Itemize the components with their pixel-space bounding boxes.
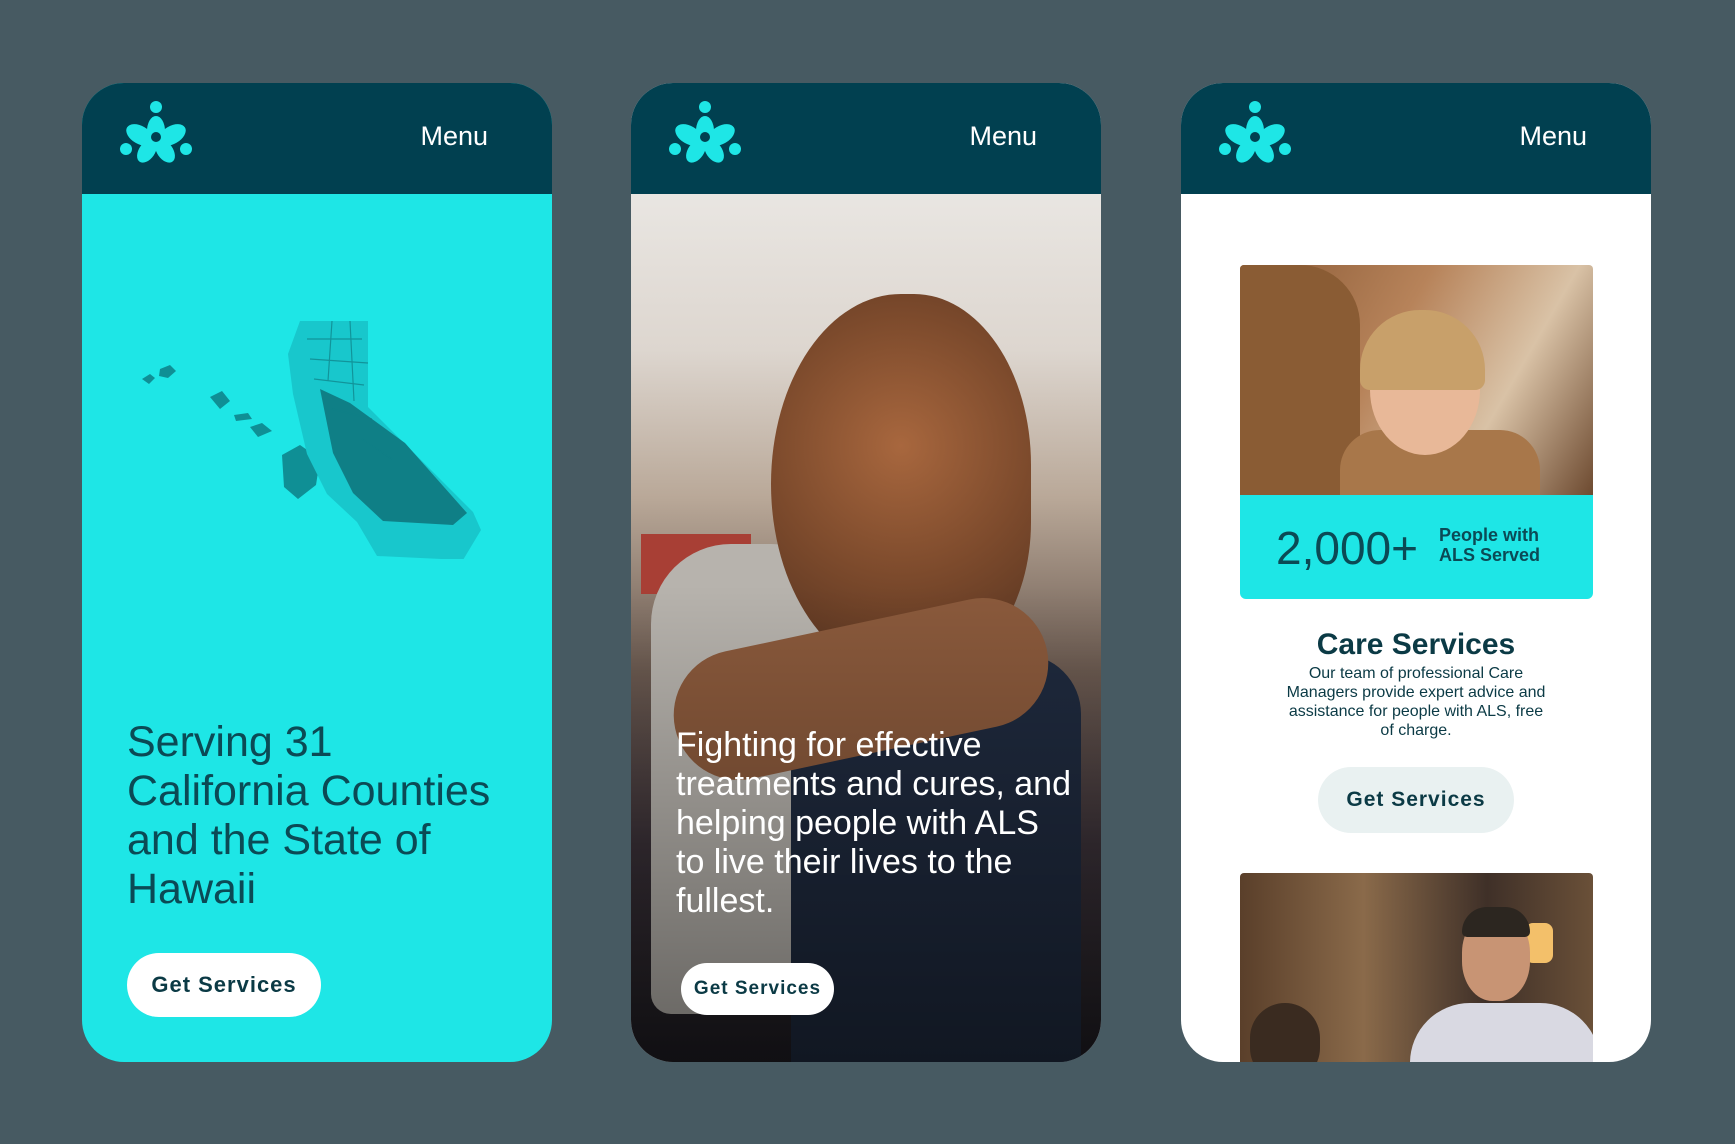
photo-speaker-hair bbox=[1462, 907, 1530, 937]
get-services-button[interactable]: Get Services bbox=[1318, 767, 1514, 833]
photo-shade bbox=[631, 194, 1101, 1062]
flower-logo-icon[interactable] bbox=[1217, 97, 1293, 173]
hero-headline: Serving 31 California Counties and the S… bbox=[127, 718, 491, 913]
hero-headline: Fighting for effective treatments and cu… bbox=[676, 726, 1072, 920]
flower-logo-icon[interactable] bbox=[118, 97, 194, 173]
photo-audience-member bbox=[1250, 1003, 1320, 1062]
header-bar: Menu bbox=[631, 83, 1101, 194]
care-services-description: Our team of professional Care Managers p… bbox=[1286, 665, 1546, 739]
california-hawaii-map bbox=[142, 320, 481, 559]
header-bar: Menu bbox=[1181, 83, 1651, 194]
photo-speaker-shirt bbox=[1410, 1003, 1593, 1062]
menu-link[interactable]: Menu bbox=[420, 121, 488, 152]
menu-link[interactable]: Menu bbox=[969, 121, 1037, 152]
get-services-button[interactable]: Get Services bbox=[681, 963, 834, 1015]
flower-logo-icon[interactable] bbox=[667, 97, 743, 173]
stat-label: People with ALS Served bbox=[1439, 525, 1541, 565]
menu-link[interactable]: Menu bbox=[1519, 121, 1587, 152]
stat-card: 2,000+ People with ALS Served bbox=[1240, 495, 1593, 599]
photo-blonde-hair bbox=[1360, 310, 1485, 390]
header-bar: Menu bbox=[82, 83, 552, 194]
get-services-button[interactable]: Get Services bbox=[127, 953, 321, 1017]
speaker-photo bbox=[1240, 873, 1593, 1062]
care-photo bbox=[1240, 265, 1593, 495]
care-services-title: Care Services bbox=[1316, 628, 1516, 661]
stat-number: 2,000+ bbox=[1276, 522, 1418, 574]
phone-screen-care: Menu 2,000+ People with ALS Served Care … bbox=[1181, 83, 1651, 1062]
hero-photo-hug bbox=[631, 194, 1101, 1062]
phone-screen-mission: Menu Fighting for effective treatments a… bbox=[631, 83, 1101, 1062]
phone-screen-serving: Menu Serving 31 California Counties and … bbox=[82, 83, 552, 1062]
